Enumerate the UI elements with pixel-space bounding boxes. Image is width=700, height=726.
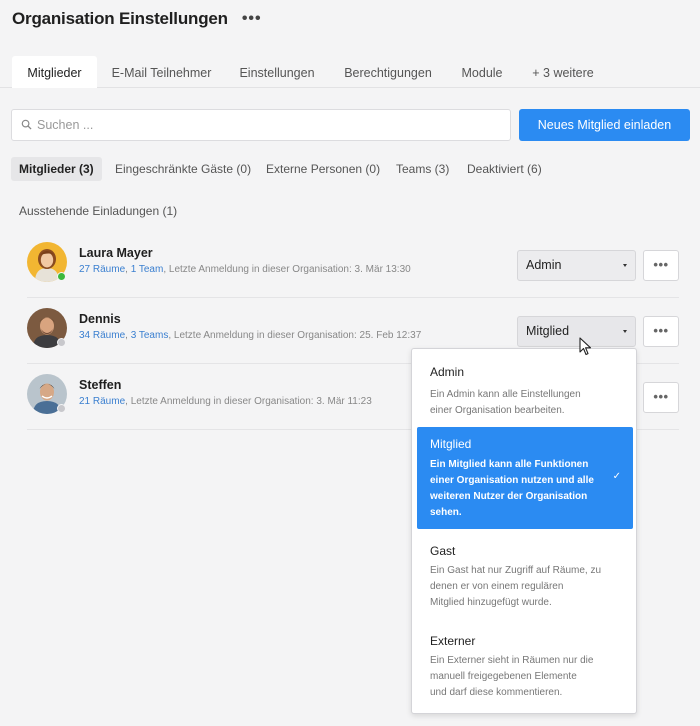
last-login-text: , Letzte Anmeldung in dieser Organisatio… xyxy=(168,330,422,341)
search-input[interactable] xyxy=(37,110,497,140)
member-name: Steffen xyxy=(79,378,122,392)
role-option-title: Externer xyxy=(430,634,476,648)
invite-member-button[interactable]: Neues Mitglied einladen xyxy=(519,109,690,141)
tab-email-teilnehmer[interactable]: E-Mail Teilnehmer xyxy=(103,56,220,88)
teams-link[interactable]: 3 Teams xyxy=(131,330,169,341)
offline-status-dot xyxy=(57,404,66,413)
member-more-button[interactable]: ••• xyxy=(643,316,679,347)
pending-invitations-link[interactable]: Ausstehende Einladungen (1) xyxy=(19,204,177,218)
member-more-button[interactable]: ••• xyxy=(643,250,679,281)
member-meta: 21 Räume, Letzte Anmeldung in dieser Org… xyxy=(79,396,372,407)
member-meta: 27 Räume, 1 Team, Letzte Anmeldung in di… xyxy=(79,264,411,275)
role-option-description: Ein Mitglied kann alle Funktionen einer … xyxy=(430,459,594,518)
subtab-external[interactable]: Externe Personen (0) xyxy=(266,157,380,181)
chevron-down-icon xyxy=(623,264,627,267)
tab-einstellungen[interactable]: Einstellungen xyxy=(228,56,326,88)
role-option-description: Ein Externer sieht in Räumen nur die man… xyxy=(430,655,594,698)
role-option-description: Ein Gast hat nur Zugriff auf Räume, zu d… xyxy=(430,565,602,608)
role-option-externer[interactable]: Externer Ein Externer sieht in Räumen nu… xyxy=(417,623,633,707)
offline-status-dot xyxy=(57,338,66,347)
rooms-link[interactable]: 21 Räume xyxy=(79,396,125,407)
tab-bar: Mitglieder E-Mail Teilnehmer Einstellung… xyxy=(0,56,700,88)
tab-module[interactable]: Module xyxy=(452,56,512,88)
page-header: Organisation Einstellungen ••• xyxy=(12,9,262,29)
more-options-icon: ••• xyxy=(653,323,669,338)
member-filter-tabs: Mitglieder (3) Eingeschränkte Gäste (0) … xyxy=(0,157,700,181)
role-option-title: Mitglied xyxy=(430,437,472,451)
chevron-down-icon xyxy=(623,330,627,333)
member-name: Dennis xyxy=(79,312,121,326)
role-option-title: Gast xyxy=(430,544,456,558)
search-box xyxy=(11,109,511,141)
role-option-title: Admin xyxy=(430,365,465,379)
role-option-admin[interactable]: Admin Ein Admin kann alle Einstellungen … xyxy=(417,354,633,422)
search-icon xyxy=(21,119,32,130)
role-select[interactable]: Admin xyxy=(517,250,636,281)
check-icon: ✓ xyxy=(612,471,621,482)
member-meta: 34 Räume, 3 Teams, Letzte Anmeldung in d… xyxy=(79,330,422,341)
subtab-restricted-guests[interactable]: Eingeschränkte Gäste (0) xyxy=(115,157,251,181)
subtab-members[interactable]: Mitglieder (3) xyxy=(11,157,102,181)
role-dropdown-menu: Admin Ein Admin kann alle Einstellungen … xyxy=(411,348,637,714)
rooms-link[interactable]: 27 Räume xyxy=(79,264,125,275)
member-name: Laura Mayer xyxy=(79,246,153,260)
subtab-deactivated[interactable]: Deaktiviert (6) xyxy=(467,157,542,181)
role-select[interactable]: Mitglied xyxy=(517,316,636,347)
member-row: Laura Mayer 27 Räume, 1 Team, Letzte Anm… xyxy=(27,232,679,298)
role-option-mitglied[interactable]: Mitglied Ein Mitglied kann alle Funktion… xyxy=(417,427,633,529)
more-options-icon: ••• xyxy=(653,257,669,272)
rooms-link[interactable]: 34 Räume xyxy=(79,330,125,341)
tab-mitglieder[interactable]: Mitglieder xyxy=(12,56,97,88)
more-options-icon[interactable]: ••• xyxy=(242,10,262,28)
role-option-description: Ein Admin kann alle Einstellungen einer … xyxy=(430,389,581,416)
mouse-cursor-icon xyxy=(579,337,592,356)
last-login-text: , Letzte Anmeldung in dieser Organisatio… xyxy=(163,264,411,275)
last-login-text: , Letzte Anmeldung in dieser Organisatio… xyxy=(125,396,372,407)
role-option-gast[interactable]: Gast Ein Gast hat nur Zugriff auf Räume,… xyxy=(417,533,633,617)
online-status-dot xyxy=(57,272,66,281)
more-options-icon: ••• xyxy=(653,389,669,404)
tab-more[interactable]: + 3 weitere xyxy=(524,56,602,88)
teams-link[interactable]: 1 Team xyxy=(131,264,164,275)
page-title: Organisation Einstellungen xyxy=(12,9,228,28)
role-select-value: Admin xyxy=(526,258,562,272)
subtab-teams[interactable]: Teams (3) xyxy=(396,157,449,181)
role-select-value: Mitglied xyxy=(526,324,570,338)
member-more-button[interactable]: ••• xyxy=(643,382,679,413)
tab-berechtigungen[interactable]: Berechtigungen xyxy=(334,56,442,88)
